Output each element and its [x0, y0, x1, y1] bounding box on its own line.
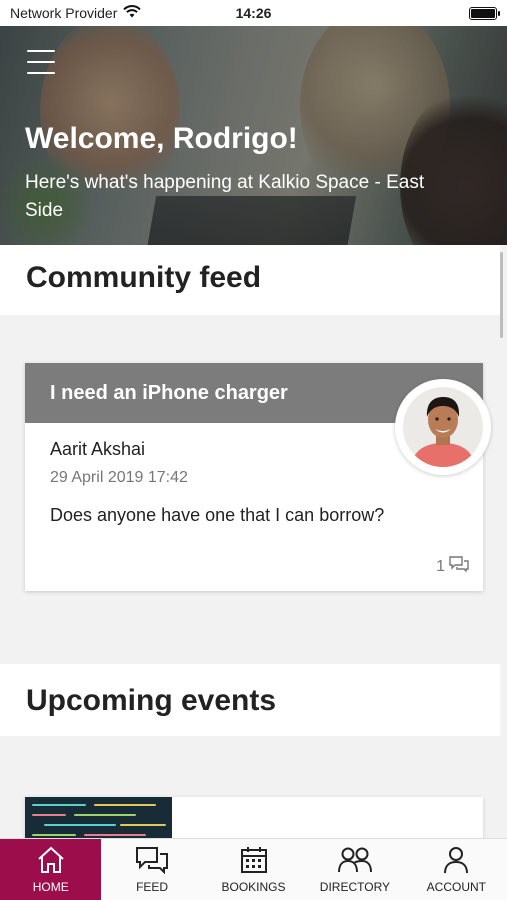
upcoming-events-heading: Upcoming events	[26, 684, 277, 717]
hero-banner: Welcome, Rodrigo! Here's what's happenin…	[0, 26, 507, 245]
comment-count[interactable]: 1	[436, 556, 469, 577]
wifi-icon	[123, 5, 142, 21]
battery-icon	[469, 6, 500, 20]
people-icon	[337, 846, 373, 874]
home-icon	[36, 846, 66, 874]
chat-icon	[135, 846, 169, 874]
tab-home-label: HOME	[32, 880, 69, 894]
author-avatar[interactable]	[395, 379, 491, 475]
post-author: Aarit Akshai	[50, 439, 146, 459]
tab-account-label: ACCOUNT	[426, 880, 486, 894]
tab-directory[interactable]: DIRECTORY	[304, 839, 405, 900]
tab-bookings-label: BOOKINGS	[221, 880, 286, 894]
comment-icon	[449, 556, 469, 577]
post-body: Does anyone have one that I can borrow?	[50, 505, 385, 525]
tab-home[interactable]: HOME	[0, 839, 102, 900]
tab-feed[interactable]: FEED	[101, 839, 202, 900]
upcoming-events-header: Upcoming events	[0, 664, 500, 736]
tab-feed-label: FEED	[136, 880, 169, 894]
hamburger-menu-icon[interactable]	[27, 50, 55, 74]
comment-count-value: 1	[436, 557, 445, 575]
scrollbar[interactable]	[500, 252, 503, 338]
post-date: 29 April 2019 17:42	[50, 469, 188, 486]
community-feed-heading: Community feed	[26, 261, 262, 294]
person-icon	[443, 846, 469, 874]
welcome-subtitle: Here's what's happening at Kalkio Space …	[25, 172, 425, 221]
welcome-title: Welcome, Rodrigo!	[25, 122, 298, 155]
tab-directory-label: DIRECTORY	[319, 880, 391, 894]
community-feed-header: Community feed	[0, 245, 500, 315]
calendar-icon	[240, 846, 268, 874]
tab-bookings[interactable]: BOOKINGS	[203, 839, 304, 900]
carrier-name: Network Provider	[10, 5, 118, 21]
status-bar: Network Provider 14:26	[0, 0, 507, 26]
bottom-tab-bar: HOME FEED BOOKINGS DIRECTORY ACCOUNT	[0, 838, 507, 900]
tab-account[interactable]: ACCOUNT	[406, 839, 507, 900]
feed-post-card[interactable]: I need an iPhone charger Aarit Akshai 29…	[25, 363, 491, 591]
